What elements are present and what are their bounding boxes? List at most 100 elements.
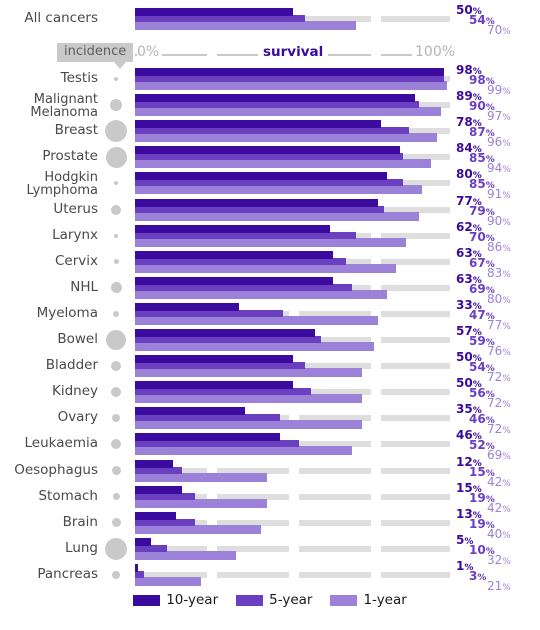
- incidence-dot: [111, 439, 121, 450]
- bar-1-year: [135, 524, 261, 534]
- bar-10-year: [135, 8, 293, 16]
- bar-5-year: [135, 257, 347, 265]
- bar-5-year: [135, 362, 306, 370]
- category-label-larynx: Larynx: [52, 226, 98, 243]
- incidence-badge: incidence: [57, 43, 134, 62]
- category-label-prostate: Prostate: [42, 148, 98, 165]
- incidence-dot: [114, 233, 118, 238]
- category-label-brain: Brain: [62, 513, 98, 530]
- bar-5-year: [135, 570, 145, 578]
- incidence-dot-cell: [100, 303, 132, 325]
- incidence-dot-cell: [100, 68, 132, 90]
- bar-5-year: [135, 309, 284, 317]
- axis-title-survival: survival: [258, 44, 329, 60]
- axis-tick-min: 0%: [137, 44, 163, 60]
- bar-5-year: [135, 414, 280, 422]
- incidence-dot-cell: [100, 120, 132, 143]
- legend-item[interactable]: 5-year: [236, 592, 312, 608]
- incidence-dot-cell: [100, 433, 132, 455]
- incidence-dot: [106, 330, 126, 350]
- category-label-breast: Breast: [54, 122, 98, 139]
- bar-10-year: [135, 459, 173, 468]
- incidence-dot-cell: [100, 355, 132, 377]
- incidence-dot-cell: [100, 486, 132, 508]
- bar-1-year: [135, 133, 438, 143]
- incidence-dot-cell: [100, 94, 132, 116]
- incidence-dot: [105, 537, 127, 560]
- value-labels: 50% 54% 70%: [456, 3, 540, 37]
- bar-10-year: [135, 68, 444, 76]
- category-label-bowel: Bowel: [57, 331, 98, 347]
- bar-5-year: [135, 15, 306, 22]
- category-label-malignant-melanoma: Malignant Melanoma: [30, 92, 98, 120]
- bar-5-year: [135, 388, 312, 396]
- bar-1-year: [135, 185, 422, 195]
- bar-group: [135, 68, 450, 92]
- bar-1-year: [135, 107, 441, 117]
- value-5-year: 3%: [469, 568, 487, 583]
- category-label-myeloma: Myeloma: [36, 304, 98, 321]
- incidence-dot: [111, 204, 121, 215]
- category-label-lung: Lung: [65, 539, 98, 556]
- bar-10-year: [135, 250, 334, 259]
- bar-10-year: [135, 563, 139, 572]
- bar-group: [135, 511, 450, 536]
- bar-group: [135, 563, 450, 588]
- value-labels: 1% 3% 21%: [456, 559, 540, 593]
- legend-item[interactable]: 1-year: [330, 592, 407, 608]
- incidence-dot-cell: [100, 225, 132, 247]
- value-1-year: 70%: [487, 23, 511, 37]
- category-label-oesophagus: Oesophagus: [14, 461, 98, 478]
- incidence-dot-cell: [100, 460, 132, 482]
- bar-5-year: [135, 518, 195, 526]
- bar-10-year: [135, 276, 334, 285]
- bar-1-year: [135, 237, 406, 247]
- legend-swatch-icon: [330, 594, 358, 606]
- bar-1-year: [135, 472, 268, 482]
- bar-10-year: [135, 94, 416, 103]
- chart-row: Pancreas 1% 3% 21%: [0, 559, 540, 593]
- bar-5-year: [135, 440, 299, 448]
- bar-1-year: [135, 263, 397, 273]
- legend-item[interactable]: 10-year: [133, 592, 218, 608]
- bar-1-year: [135, 289, 387, 299]
- bar-1-year: [135, 446, 353, 456]
- bar-10-year: [135, 433, 280, 442]
- bar-5-year: [135, 466, 183, 474]
- bar-group: [135, 8, 450, 32]
- bar-1-year: [135, 498, 268, 508]
- bar-1-year: [135, 211, 419, 221]
- incidence-dot-cell: [100, 251, 132, 273]
- bar-group: [135, 381, 450, 405]
- bar-group: [135, 433, 450, 457]
- survival-bar-chart: incidence 0% survival 100% All cancers 50…: [0, 0, 540, 630]
- bar-group: [135, 459, 450, 484]
- incidence-dot: [111, 466, 121, 475]
- incidence-dot: [111, 361, 121, 372]
- category-label-stomach: Stomach: [38, 487, 98, 504]
- category-label-testis: Testis: [60, 70, 98, 86]
- bar-5-year: [135, 544, 167, 552]
- incidence-dot-cell: [100, 172, 132, 194]
- category-label-cervix: Cervix: [54, 252, 98, 269]
- bar-group: [135, 250, 450, 275]
- incidence-dot-cell: [100, 537, 132, 560]
- bar-10-year: [135, 120, 381, 129]
- incidence-dot: [112, 493, 120, 501]
- bar-5-year: [135, 492, 195, 500]
- bar-10-year: [135, 172, 387, 181]
- bar-5-year: [135, 127, 410, 135]
- bar-10-year: [135, 329, 315, 337]
- value-1-year: 21%: [487, 578, 511, 593]
- incidence-dot: [111, 387, 121, 398]
- incidence-dot-cell: [100, 407, 132, 429]
- incidence-dot-cell: [100, 277, 132, 299]
- bar-group: [135, 485, 450, 510]
- incidence-dot: [105, 120, 127, 143]
- bar-10-year: [135, 146, 400, 155]
- incidence-dot-cell: [100, 381, 132, 403]
- bar-group: [135, 172, 450, 196]
- bar-1-year: [135, 21, 356, 30]
- chart-legend: 10-year 5-year 1-year: [0, 592, 540, 608]
- bar-10-year: [135, 407, 246, 416]
